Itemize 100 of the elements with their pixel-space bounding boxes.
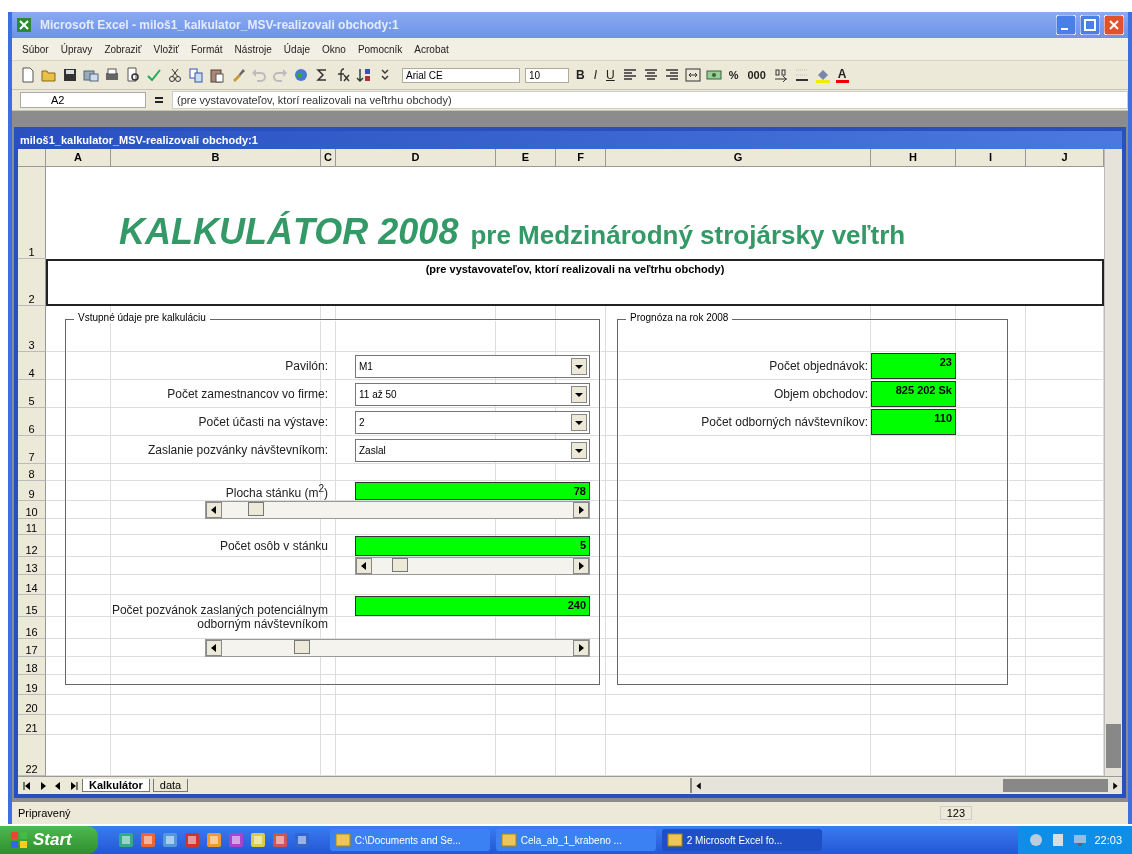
menu-item[interactable]: Zobraziť [104, 43, 142, 55]
dropdown[interactable]: 11 až 50 [355, 382, 590, 406]
decimal-icon[interactable] [772, 67, 789, 83]
currency-icon[interactable] [705, 67, 722, 83]
font-field[interactable]: Arial CE [402, 67, 520, 83]
new-document-icon[interactable] [20, 67, 36, 83]
name-box[interactable]: A2 [20, 92, 146, 108]
align-left-icon[interactable] [621, 67, 638, 83]
column-header[interactable]: G [606, 149, 871, 167]
menu-item[interactable]: Údaje [283, 43, 310, 55]
column-header[interactable]: D [336, 149, 496, 167]
network-icon[interactable] [1072, 832, 1089, 848]
column-header[interactable]: F [556, 149, 606, 167]
menu-item[interactable]: Okno [322, 43, 346, 55]
app-icon[interactable] [271, 832, 288, 848]
row-header[interactable]: 10 [18, 501, 46, 519]
row-header[interactable]: 20 [18, 695, 46, 715]
open-folder-icon[interactable] [41, 67, 57, 83]
sheet-tab[interactable]: Kalkulátor [82, 779, 150, 792]
scrollbar-thumb[interactable] [1003, 779, 1108, 792]
app-icon[interactable] [139, 832, 156, 848]
app-icon[interactable] [161, 832, 178, 848]
app-icon[interactable] [117, 832, 134, 848]
column-header[interactable]: I [956, 149, 1026, 167]
row-header[interactable]: 5 [18, 380, 46, 408]
align-center-icon[interactable] [642, 67, 659, 83]
row-header[interactable]: 3 [18, 306, 46, 352]
font-color-button[interactable]: A [835, 67, 849, 83]
dropdown[interactable]: Zaslal [355, 438, 590, 462]
row-header[interactable]: 21 [18, 715, 46, 735]
close-icon[interactable] [1104, 15, 1124, 35]
taskbar-button[interactable]: C:\Documents and Se... [329, 829, 490, 851]
menu-item[interactable]: Vložiť [153, 43, 179, 55]
menu-item[interactable]: Acrobat [414, 43, 449, 55]
app-icon[interactable] [183, 832, 200, 848]
row-header[interactable]: 18 [18, 657, 46, 675]
cut-icon[interactable] [167, 67, 183, 83]
row-header[interactable]: 15 [18, 595, 46, 617]
column-header[interactable]: A [46, 149, 111, 167]
vertical-scrollbar[interactable] [1104, 149, 1122, 776]
row-header[interactable]: 22 [18, 735, 46, 776]
format-button[interactable]: U [604, 68, 617, 82]
minimize-icon[interactable] [1056, 15, 1076, 35]
row-header[interactable]: 14 [18, 575, 46, 595]
menu-item[interactable]: Formát [190, 43, 223, 55]
slider-thumb[interactable] [293, 640, 310, 654]
fill-color-icon[interactable] [814, 67, 831, 83]
save-icon[interactable] [62, 67, 78, 83]
slider-thumb[interactable] [392, 558, 409, 572]
number-format-button[interactable]: 000 [745, 69, 768, 81]
row-header[interactable]: 11 [18, 519, 46, 535]
row-header[interactable]: 12 [18, 535, 46, 557]
font-size-field[interactable]: 10 [525, 67, 569, 83]
globe-icon[interactable] [293, 67, 309, 83]
row-header[interactable]: 13 [18, 557, 46, 575]
dropdown[interactable]: M1 [355, 354, 590, 378]
taskbar-button[interactable]: 2 Microsoft Excel fo... [661, 829, 822, 851]
dropdown[interactable]: 2 [355, 410, 590, 434]
menu-item[interactable]: Nástroje [234, 43, 272, 55]
format-button[interactable]: B [574, 68, 587, 82]
taskbar-button[interactable]: Cela_ab_1_krabeno ... [495, 829, 656, 851]
column-header[interactable]: E [496, 149, 556, 167]
menu-item[interactable]: Pomocník [357, 43, 403, 55]
row-header[interactable]: 6 [18, 408, 46, 436]
align-right-icon[interactable] [663, 67, 680, 83]
print-icon[interactable] [104, 67, 120, 83]
app-icon[interactable] [293, 832, 310, 848]
format-button[interactable]: I [591, 68, 599, 82]
slider-thumb[interactable] [248, 502, 265, 516]
row-header[interactable]: 8 [18, 464, 46, 481]
scroll-slider[interactable] [205, 501, 590, 519]
column-header[interactable]: C [321, 149, 336, 167]
copy-icon[interactable] [188, 67, 204, 83]
scrollbar-thumb[interactable] [1106, 724, 1121, 768]
row-header[interactable]: 16 [18, 617, 46, 639]
sort-icon[interactable] [356, 67, 372, 83]
scroll-slider[interactable] [355, 557, 590, 575]
menu-item[interactable]: Úpravy [60, 43, 93, 55]
sheet-tab[interactable]: data [152, 779, 189, 792]
app-icon[interactable] [205, 832, 222, 848]
horizontal-scrollbar[interactable] [690, 778, 1122, 793]
column-header[interactable]: H [871, 149, 956, 167]
app-icon[interactable] [249, 832, 266, 848]
maximize-icon[interactable] [1080, 15, 1100, 35]
function-icon[interactable] [335, 67, 351, 83]
select-all-corner[interactable] [18, 149, 46, 167]
borders-icon[interactable] [793, 67, 810, 83]
scroll-slider[interactable] [205, 639, 590, 657]
row-header[interactable]: 2 [18, 259, 46, 306]
column-header[interactable]: B [111, 149, 321, 167]
app-icon[interactable] [227, 832, 244, 848]
row-header[interactable]: 17 [18, 639, 46, 657]
merge-cells-icon[interactable] [684, 67, 701, 83]
row-header[interactable]: 7 [18, 436, 46, 464]
paste-icon[interactable] [209, 67, 225, 83]
row-header[interactable]: 19 [18, 675, 46, 695]
row-header[interactable]: 9 [18, 481, 46, 501]
formula-field[interactable]: (pre vystavovateľov, ktorí realizovali na veľtrhu obchody) [172, 91, 1128, 109]
row-header[interactable]: 1 [18, 167, 46, 259]
column-header[interactable]: J [1026, 149, 1104, 167]
